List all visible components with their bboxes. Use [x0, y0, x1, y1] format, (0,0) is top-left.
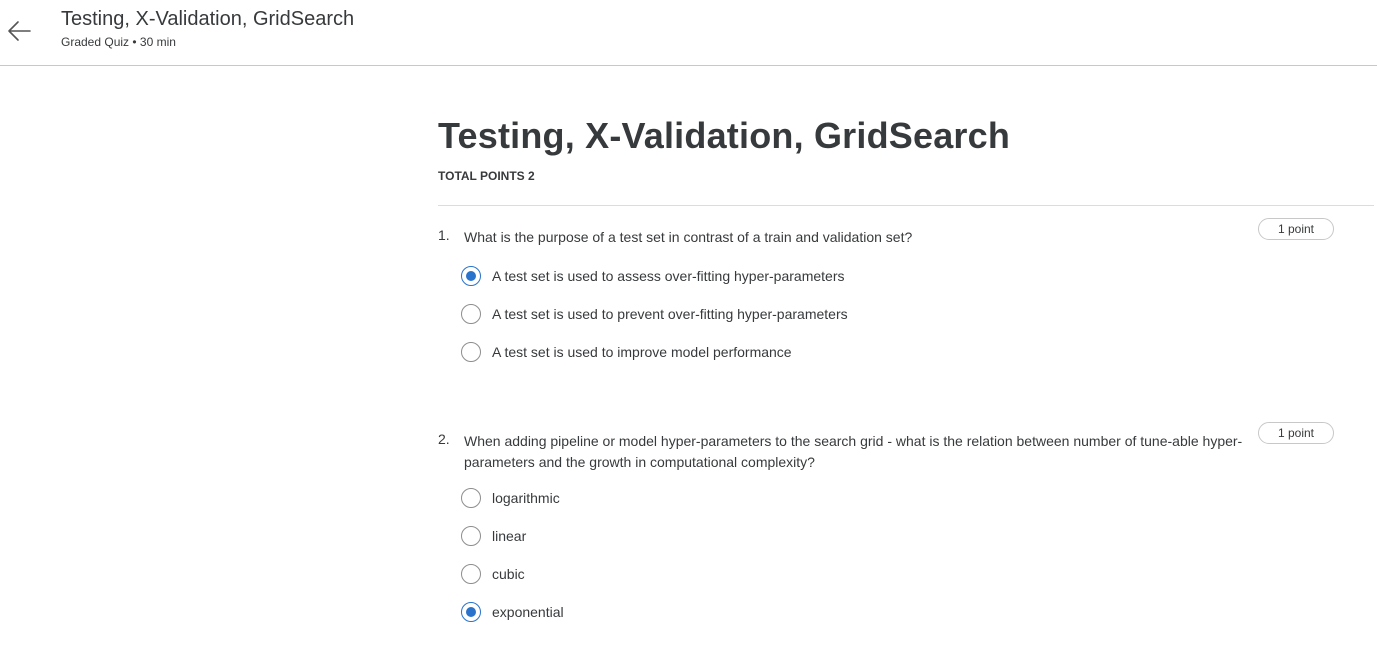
answer-option[interactable]: linear [461, 525, 526, 547]
radio-button[interactable] [461, 304, 481, 324]
option-label: A test set is used to prevent over-fitti… [492, 306, 848, 322]
page-title: Testing, X-Validation, GridSearch [438, 115, 1011, 156]
points-badge: 1 point [1258, 218, 1334, 240]
radio-button[interactable] [461, 488, 481, 508]
divider [438, 205, 1374, 206]
question-text: When adding pipeline or model hyper-para… [464, 433, 1243, 470]
points-badge: 1 point [1258, 422, 1334, 444]
option-label: cubic [492, 566, 525, 582]
radio-button[interactable] [461, 526, 481, 546]
option-label: linear [492, 528, 527, 544]
radio-button[interactable] [461, 342, 481, 362]
header-title: Testing, X-Validation, GridSearch [61, 8, 355, 30]
answer-option[interactable]: A test set is used to prevent over-fitti… [461, 303, 848, 325]
header-subtitle: Graded Quiz • 30 min [61, 35, 176, 49]
radio-button-selected[interactable] [461, 266, 481, 286]
option-label: A test set is used to improve model perf… [492, 344, 792, 360]
option-label: A test set is used to assess over-fittin… [492, 268, 845, 284]
arrow-left-icon [8, 21, 31, 41]
answer-option[interactable]: exponential [461, 601, 564, 623]
radio-button[interactable] [461, 564, 481, 584]
answer-option[interactable]: logarithmic [461, 487, 560, 509]
question-number: 1. [438, 227, 450, 243]
question-text: What is the purpose of a test set in con… [464, 229, 913, 245]
option-label: logarithmic [492, 490, 560, 506]
answer-option[interactable]: A test set is used to improve model perf… [461, 341, 792, 363]
question-number: 2. [438, 431, 450, 447]
top-header: Testing, X-Validation, GridSearch Graded… [0, 0, 1377, 66]
radio-button-selected[interactable] [461, 602, 481, 622]
back-button[interactable] [2, 14, 36, 48]
option-label: exponential [492, 604, 564, 620]
answer-option[interactable]: cubic [461, 563, 525, 585]
answer-option[interactable]: A test set is used to assess over-fittin… [461, 265, 845, 287]
total-points: TOTAL POINTS 2 [438, 169, 535, 183]
